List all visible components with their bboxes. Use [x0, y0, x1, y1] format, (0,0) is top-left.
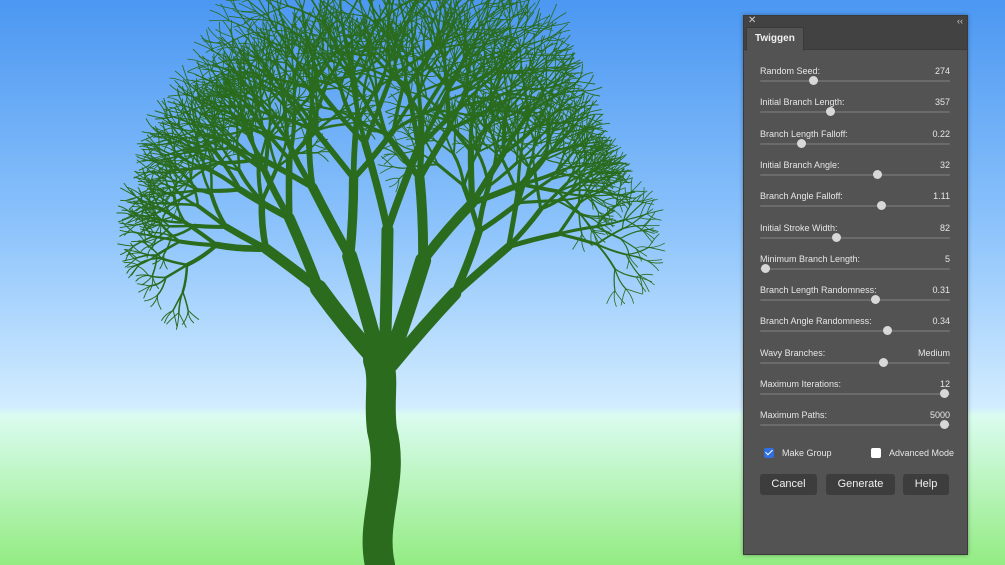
slider-thumb[interactable]	[877, 201, 887, 211]
collapse-icon[interactable]: ‹‹	[957, 14, 963, 28]
slider-row: Initial Branch Length: 357	[760, 97, 950, 125]
slider-thumb[interactable]	[882, 326, 892, 336]
slider-thumb[interactable]	[939, 420, 949, 430]
help-button[interactable]: Help	[903, 474, 949, 495]
slider-row: Wavy Branches: Medium	[760, 348, 950, 376]
slider-label: Maximum Iterations:	[760, 379, 842, 389]
slider-track[interactable]	[760, 263, 950, 273]
slider-track[interactable]	[760, 76, 950, 85]
advanced-mode-label: Advanced Mode	[889, 448, 955, 458]
slider-track[interactable]	[760, 389, 950, 398]
tree-branch	[195, 187, 242, 193]
slider-thumb[interactable]	[825, 107, 835, 117]
slider-value[interactable]: 0.31	[932, 285, 950, 295]
twiggen-panel: ✕ ‹‹ Twiggen Random Seed: 274 Initial Bran…	[743, 15, 968, 555]
slider-label: Initial Stroke Width:	[760, 222, 838, 233]
slider-row: Minimum Branch Length: 5	[760, 254, 950, 282]
slider-track[interactable]	[760, 107, 950, 117]
panel-title-bar[interactable]: ✕ ‹‹	[744, 14, 967, 28]
slider-value[interactable]: 32	[940, 160, 950, 170]
cancel-button[interactable]: Cancel	[760, 474, 817, 495]
slider-label: Branch Angle Falloff:	[760, 191, 843, 202]
slider-thumb[interactable]	[797, 138, 807, 148]
slider-label: Initial Branch Length:	[760, 97, 845, 108]
tree-branch	[577, 175, 581, 205]
make-group-checkbox[interactable]	[764, 448, 774, 458]
slider-row: Initial Stroke Width: 82	[760, 223, 950, 251]
slider-label: Wavy Branches:	[760, 347, 826, 358]
slider-thumb[interactable]	[879, 357, 888, 367]
slider-value[interactable]: 0.22	[932, 129, 950, 139]
slider-track[interactable]	[760, 326, 950, 336]
slider-row: Maximum Iterations: 12	[760, 379, 950, 407]
slider-track[interactable]	[760, 357, 950, 367]
slider-track[interactable]	[760, 138, 950, 148]
slider-track[interactable]	[760, 201, 950, 211]
slider-thumb[interactable]	[871, 295, 881, 305]
slider-value[interactable]: 5000	[930, 410, 950, 420]
slider-row: Branch Length Randomness: 0.31	[760, 285, 950, 313]
tree-branch	[414, 173, 429, 266]
tab-twiggen[interactable]: Twiggen	[746, 27, 804, 51]
slider-row: Branch Angle Falloff: 1.11	[760, 191, 950, 219]
tree-branch	[467, 147, 476, 207]
tree-branch	[379, 224, 394, 356]
slider-row: Initial Branch Angle: 32	[760, 160, 950, 188]
tree-trunk	[362, 345, 401, 565]
slider-value[interactable]: 82	[940, 223, 950, 233]
slider-row: Maximum Paths: 5000	[760, 410, 950, 438]
tree-branch	[192, 223, 229, 229]
slider-value[interactable]: 0.34	[932, 316, 950, 326]
slider-thumb[interactable]	[873, 169, 883, 179]
slider-track[interactable]	[760, 420, 950, 430]
make-group-label: Make Group	[782, 448, 832, 458]
slider-value[interactable]: Medium	[918, 348, 950, 358]
slider-value[interactable]: 1.11	[933, 191, 950, 201]
slider-value[interactable]: 12	[940, 379, 950, 389]
slider-thumb[interactable]	[808, 76, 818, 85]
slider-label: Maximum Paths:	[760, 410, 828, 421]
tree-branch	[568, 147, 570, 162]
tree-branch	[345, 173, 359, 261]
slider-value[interactable]: 357	[935, 97, 950, 107]
slider-label: Minimum Branch Length:	[760, 253, 861, 264]
slider-track[interactable]	[760, 232, 950, 242]
slider-label: Branch Length Randomness:	[760, 285, 877, 296]
slider-label: Initial Branch Angle:	[760, 159, 840, 170]
slider-label: Branch Angle Randomness:	[760, 316, 872, 327]
slider-value[interactable]: 5	[945, 254, 950, 264]
slider-row: Branch Angle Randomness: 0.34	[760, 316, 950, 344]
close-icon[interactable]: ✕	[748, 14, 756, 28]
slider-track[interactable]	[760, 295, 950, 305]
tab-strip: Twiggen	[744, 27, 967, 51]
slider-thumb[interactable]	[831, 232, 841, 242]
slider-track[interactable]	[760, 169, 950, 179]
slider-thumb[interactable]	[761, 263, 771, 273]
slider-row: Branch Length Falloff: 0.22	[760, 129, 950, 157]
slider-label: Random Seed:	[760, 66, 821, 76]
generate-button[interactable]: Generate	[826, 474, 895, 495]
slider-label: Branch Length Falloff:	[760, 128, 848, 139]
slider-value[interactable]: 274	[935, 66, 950, 76]
slider-row: Random Seed: 274	[760, 66, 950, 94]
slider-thumb[interactable]	[939, 389, 949, 398]
advanced-mode-checkbox[interactable]	[871, 448, 881, 458]
tree-branch	[299, 118, 323, 121]
